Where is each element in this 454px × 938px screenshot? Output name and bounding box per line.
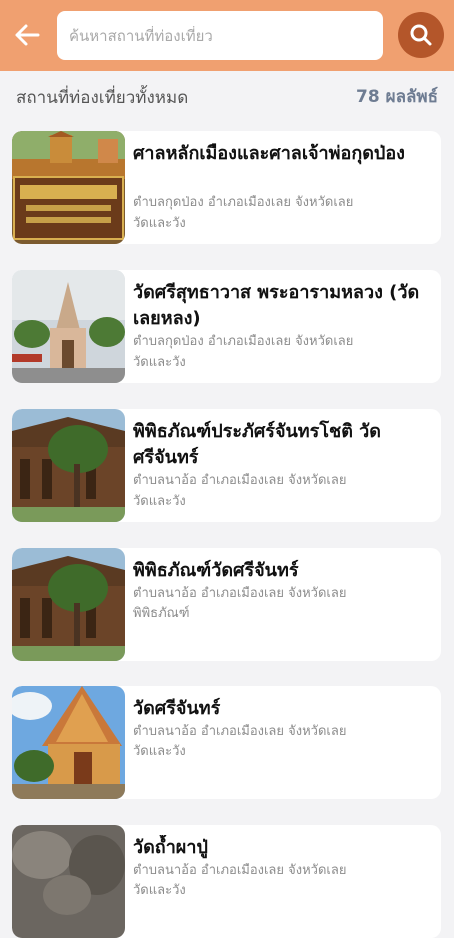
place-card[interactable]: พิพิธภัณฑ์วัดศรีจันทร์ ตำบลนาอ้อ อำเภอเม… xyxy=(12,548,441,661)
place-location: ตำบลกุดป่อง อำเภอเมืองเลย จังหวัดเลย xyxy=(133,195,354,210)
place-location: ตำบลกุดป่อง อำเภอเมืองเลย จังหวัดเลย xyxy=(133,334,354,349)
section-header: สถานที่ท่องเที่ยวทั้งหมด 78 ผลลัพธ์ xyxy=(0,71,454,121)
place-card[interactable]: พิพิธภัณฑ์ประภัศร์จันทรโชติ วัดศรีจันทร์… xyxy=(12,409,441,522)
search-icon xyxy=(410,24,432,46)
search-field[interactable] xyxy=(57,11,383,60)
place-card[interactable]: ศาลหลักเมืองและศาลเจ้าพ่อกุดป่อง ตำบลกุด… xyxy=(12,131,441,244)
place-title: วัดศรีสุทธาวาส พระอารามหลวง (วัดเลยหลง) xyxy=(133,282,420,329)
place-category: วัดและวัง xyxy=(133,883,186,898)
search-button[interactable] xyxy=(398,12,444,58)
place-category: พิพิธภัณฑ์ xyxy=(133,606,190,621)
place-location: ตำบลนาอ้อ อำเภอเมืองเลย จังหวัดเลย xyxy=(133,724,347,739)
place-card[interactable]: วัดถ้ำผาปู่ ตำบลนาอ้อ อำเภอเมืองเลย จังห… xyxy=(12,825,441,938)
search-input[interactable] xyxy=(67,25,371,46)
top-bar xyxy=(0,0,454,71)
place-category: วัดและวัง xyxy=(133,494,186,509)
arrow-left-icon xyxy=(15,24,40,46)
result-count: 78 ผลลัพธ์ xyxy=(356,87,438,107)
place-card[interactable]: วัดศรีจันทร์ ตำบลนาอ้อ อำเภอเมืองเลย จัง… xyxy=(12,686,441,799)
place-thumbnail xyxy=(12,270,125,383)
place-thumbnail xyxy=(12,686,125,799)
place-location: ตำบลนาอ้อ อำเภอเมืองเลย จังหวัดเลย xyxy=(133,473,347,488)
place-location: ตำบลนาอ้อ อำเภอเมืองเลย จังหวัดเลย xyxy=(133,863,347,878)
place-title: วัดศรีจันทร์ xyxy=(133,698,221,719)
back-button[interactable] xyxy=(8,16,46,54)
place-category: วัดและวัง xyxy=(133,216,186,231)
place-title: พิพิธภัณฑ์ประภัศร์จันทรโชติ วัดศรีจันทร์ xyxy=(133,421,381,468)
place-location: ตำบลนาอ้อ อำเภอเมืองเลย จังหวัดเลย xyxy=(133,586,347,601)
section-title: สถานที่ท่องเที่ยวทั้งหมด xyxy=(16,88,189,108)
place-title: ศาลหลักเมืองและศาลเจ้าพ่อกุดป่อง xyxy=(133,143,405,164)
place-thumbnail xyxy=(12,409,125,522)
place-category: วัดและวัง xyxy=(133,355,186,370)
place-thumbnail xyxy=(12,825,125,938)
place-thumbnail xyxy=(12,131,125,244)
place-thumbnail xyxy=(12,548,125,661)
place-category: วัดและวัง xyxy=(133,744,186,759)
place-card[interactable]: วัดศรีสุทธาวาส พระอารามหลวง (วัดเลยหลง) … xyxy=(12,270,441,383)
place-title: พิพิธภัณฑ์วัดศรีจันทร์ xyxy=(133,560,299,581)
place-title: วัดถ้ำผาปู่ xyxy=(133,837,208,858)
